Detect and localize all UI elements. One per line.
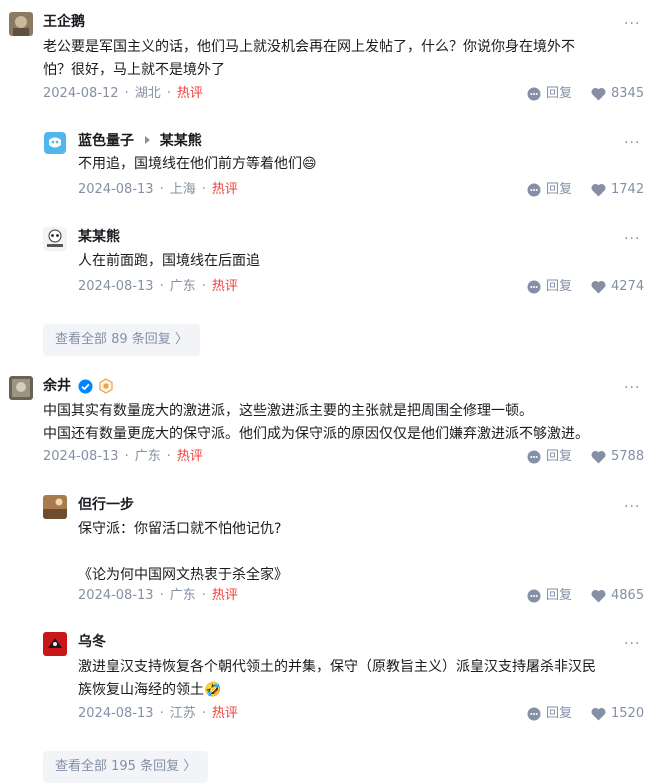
reply-text: 人在前面跑，国境线在后面追: [78, 253, 260, 269]
heart-icon: [591, 183, 606, 197]
comment-meta: 2024-08-12 · 湖北 · 热评: [43, 86, 203, 101]
more-icon[interactable]: ···: [624, 232, 640, 246]
reply-bubble-icon: [527, 707, 541, 721]
more-icon[interactable]: ···: [624, 637, 640, 651]
avatar[interactable]: [43, 227, 67, 251]
reply-meta: 2024-08-13 · 江苏 · 热评: [78, 706, 238, 721]
like-count: 8345: [611, 86, 645, 101]
more-icon[interactable]: ···: [624, 17, 640, 31]
view-all-replies-button[interactable]: 查看全部 89 条回复 〉: [43, 324, 200, 356]
comment-date: 2024-08-12: [43, 86, 119, 101]
reply-text: 激进皇汉支持恢复各个朝代领土的并集，保守（原教旨主义）派皇汉支持屠杀非汉民 族恢…: [78, 659, 596, 698]
heart-icon: [591, 450, 606, 464]
avatar[interactable]: [43, 131, 67, 155]
reply-text: 不用追，国境线在他们前方等着他们😄: [78, 156, 317, 172]
heart-icon: [591, 707, 606, 721]
heart-icon: [591, 87, 606, 101]
reply-bubble-icon: [527, 87, 541, 101]
reply-bubble-icon: [527, 183, 541, 197]
author-name: 蓝色量子 某某熊: [78, 133, 202, 149]
reply-text: 保守派：你留活口就不怕他记仇? 《论为何中国网文热衷于杀全家》: [78, 521, 288, 583]
reply-button[interactable]: 回复: [527, 85, 572, 103]
reply-to-name[interactable]: 某某熊: [160, 133, 202, 149]
comment-text: 中国其实有数量庞大的激进派，这些激进派主要的主张就是把周围全修理一顿。 中国还有…: [43, 403, 589, 442]
like-button[interactable]: 4274: [591, 278, 644, 296]
reply-button[interactable]: 回复: [527, 278, 572, 296]
reply-button[interactable]: 回复: [527, 705, 572, 723]
author-name[interactable]: 乌冬: [78, 632, 106, 652]
reply-bubble-icon: [527, 280, 541, 294]
like-button[interactable]: 1742: [591, 181, 644, 199]
verified-check-icon: [78, 379, 93, 394]
author-name[interactable]: 王企鹅: [43, 12, 85, 32]
author-name: 余井: [43, 378, 71, 394]
heart-icon: [591, 280, 606, 294]
triangle-right-icon: [144, 136, 150, 144]
comment-text: 老公要是军国主义的话，他们马上就没机会再在网上发帖了，什么？你说你身在境外不 怕…: [43, 39, 575, 78]
avatar[interactable]: [43, 495, 67, 519]
reply-meta: 2024-08-13 · 广东 · 热评: [78, 279, 238, 294]
author-name[interactable]: 但行一步: [78, 495, 134, 515]
avatar[interactable]: [9, 12, 33, 36]
heart-icon: [591, 589, 606, 603]
reply-bubble-icon: [527, 589, 541, 603]
reply-button[interactable]: 回复: [527, 448, 572, 466]
like-button[interactable]: 8345: [591, 85, 644, 103]
more-icon[interactable]: ···: [624, 381, 640, 395]
avatar[interactable]: [9, 376, 33, 400]
avatar[interactable]: [43, 632, 67, 656]
comment-meta: 2024-08-13 · 广东 · 热评: [43, 449, 203, 464]
hot-tag: 热评: [176, 86, 203, 101]
hexagon-badge-icon[interactable]: [98, 378, 114, 394]
reply-button[interactable]: 回复: [527, 181, 572, 199]
like-button[interactable]: 1520: [591, 705, 644, 723]
reply-meta: 2024-08-13 · 广东 · 热评: [78, 588, 238, 603]
like-button[interactable]: 5788: [591, 448, 644, 466]
reply-meta: 2024-08-13 · 上海 · 热评: [78, 182, 238, 197]
view-all-replies-button[interactable]: 查看全部 195 条回复 〉: [43, 751, 209, 783]
more-icon[interactable]: ···: [624, 500, 640, 514]
reply-button[interactable]: 回复: [527, 587, 572, 605]
reply-bubble-icon: [527, 450, 541, 464]
comment-location: 湖北: [134, 86, 161, 101]
author-name[interactable]: 某某熊: [78, 227, 120, 247]
more-icon[interactable]: ···: [624, 136, 640, 150]
like-button[interactable]: 4865: [591, 587, 644, 605]
